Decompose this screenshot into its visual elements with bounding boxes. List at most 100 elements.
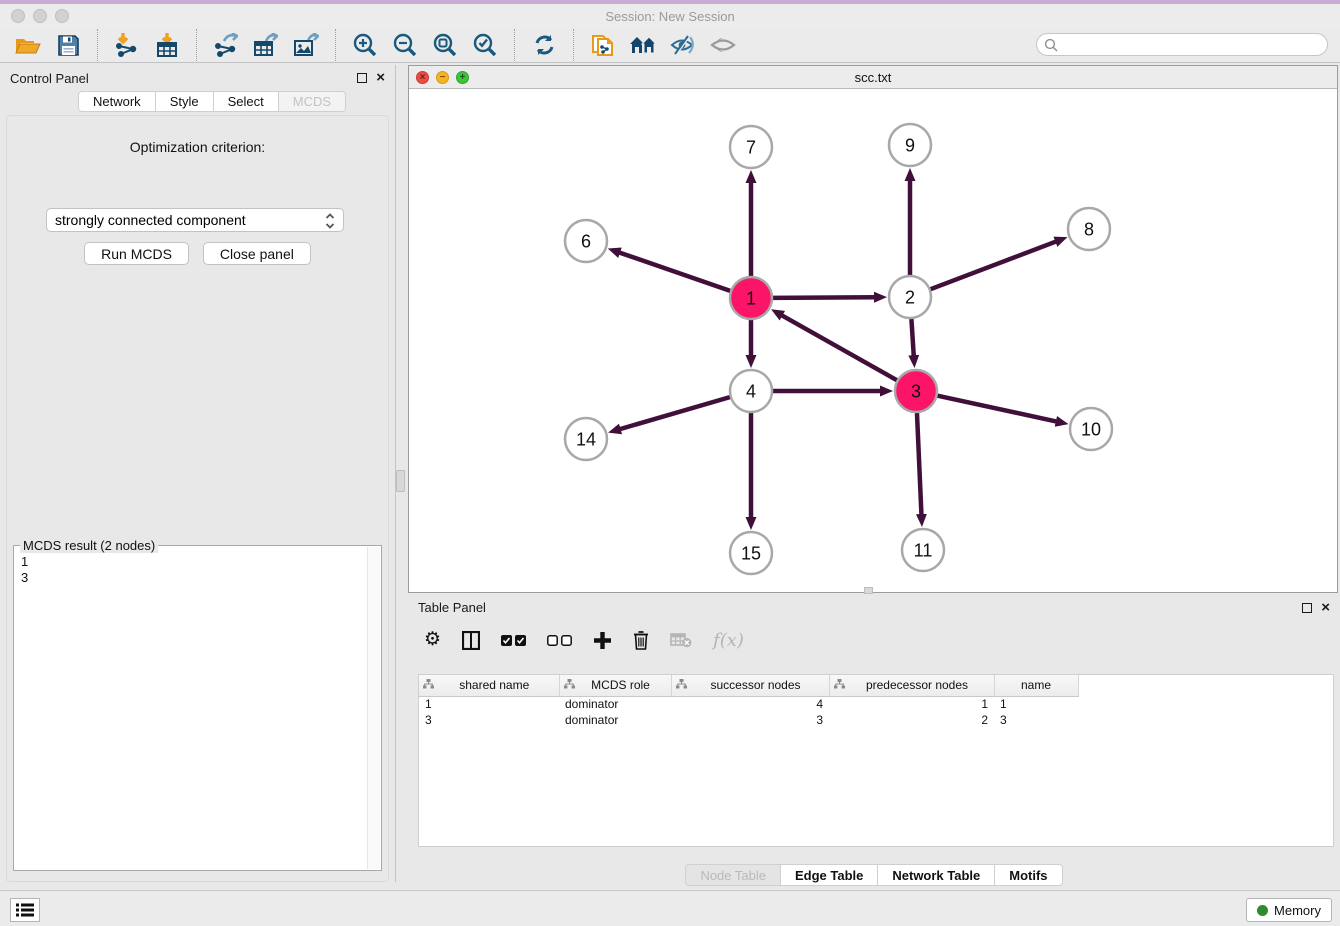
float-panel-icon[interactable] (357, 73, 367, 83)
svg-text:3: 3 (911, 381, 921, 401)
run-mcds-button[interactable]: Run MCDS (84, 242, 189, 265)
edge-3-1[interactable] (781, 315, 897, 381)
export-network-button[interactable] (209, 30, 243, 60)
graph-node-2[interactable]: 2 (889, 276, 931, 318)
column-header-MCDS-role[interactable]: MCDS role (559, 675, 671, 696)
eye-icon (710, 35, 736, 55)
table-row[interactable]: 1dominator411 (419, 696, 1078, 712)
refresh-icon (533, 34, 556, 56)
zoom-selected-icon (473, 33, 497, 57)
criterion-dropdown[interactable]: strongly connected component (46, 208, 344, 232)
table-cell[interactable]: 3 (671, 712, 829, 728)
edge-3-10[interactable] (937, 396, 1057, 422)
zoom-fit-button[interactable] (428, 30, 462, 60)
close-table-panel-icon[interactable]: × (1321, 603, 1330, 613)
edge-3-11[interactable] (917, 413, 922, 516)
svg-text:4: 4 (746, 381, 756, 401)
tab-node-table[interactable]: Node Table (685, 864, 781, 886)
table-row[interactable]: 3dominator323 (419, 712, 1078, 728)
clone-network-button[interactable] (586, 30, 620, 60)
global-search-field[interactable] (1036, 33, 1328, 56)
tree-sort-icon (676, 678, 687, 692)
export-table-button[interactable] (249, 30, 283, 60)
show-task-history-button[interactable] (10, 898, 40, 922)
tab-style[interactable]: Style (156, 91, 214, 112)
import-table-button[interactable] (150, 30, 184, 60)
graph-node-15[interactable]: 15 (730, 532, 772, 574)
graph-node-8[interactable]: 8 (1068, 208, 1110, 250)
table-cell[interactable]: 1 (419, 696, 559, 712)
open-folder-icon (15, 35, 41, 55)
mcds-result-item: 3 (21, 570, 381, 586)
graph-node-6[interactable]: 6 (565, 220, 607, 262)
search-icon (1044, 38, 1058, 52)
tree-sort-icon (423, 678, 434, 692)
tab-select[interactable]: Select (214, 91, 279, 112)
canvas-splitter-handle[interactable] (864, 587, 873, 594)
home-icon (629, 35, 657, 55)
mcds-result-title: MCDS result (2 nodes) (20, 538, 158, 553)
svg-text:1: 1 (746, 288, 756, 308)
memory-button[interactable]: Memory (1246, 898, 1332, 922)
show-graphics-details-button[interactable] (706, 30, 740, 60)
edge-1-2[interactable] (773, 297, 876, 298)
table-cell[interactable]: dominator (559, 696, 671, 712)
graph-node-10[interactable]: 10 (1070, 408, 1112, 450)
control-panel-title: Control Panel (10, 71, 357, 86)
export-image-button[interactable] (289, 30, 323, 60)
graph-node-7[interactable]: 7 (730, 126, 772, 168)
tab-edge-table[interactable]: Edge Table (781, 864, 878, 886)
home-button[interactable] (626, 30, 660, 60)
export-image-icon (294, 33, 319, 57)
table-cell[interactable]: 3 (419, 712, 559, 728)
zoom-in-button[interactable] (348, 30, 382, 60)
svg-text:6: 6 (581, 231, 591, 251)
graph-node-4[interactable]: 4 (730, 370, 772, 412)
zoom-selected-button[interactable] (468, 30, 502, 60)
tab-motifs[interactable]: Motifs (995, 864, 1062, 886)
gear-icon[interactable]: ⚙ (424, 631, 441, 649)
hide-graphics-details-button[interactable] (666, 30, 700, 60)
deselect-all-icon[interactable] (547, 635, 572, 646)
tab-mcds[interactable]: MCDS (279, 91, 346, 112)
table-cell[interactable]: 3 (994, 712, 1078, 728)
control-panel-tabs: NetworkStyleSelectMCDS (78, 91, 395, 112)
graph-node-14[interactable]: 14 (565, 418, 607, 460)
open-session-button[interactable] (11, 30, 45, 60)
delete-icon[interactable] (633, 631, 649, 650)
close-panel-icon[interactable]: × (376, 73, 385, 83)
column-view-icon[interactable] (462, 631, 480, 650)
close-panel-button[interactable]: Close panel (203, 242, 311, 265)
result-scrollbar[interactable] (367, 547, 380, 869)
column-header-name[interactable]: name (994, 675, 1078, 696)
column-header-successor-nodes[interactable]: successor nodes (671, 675, 829, 696)
zoom-out-button[interactable] (388, 30, 422, 60)
float-table-panel-icon[interactable] (1302, 603, 1312, 613)
graph-node-11[interactable]: 11 (902, 529, 944, 571)
table-cell[interactable]: 4 (671, 696, 829, 712)
edge-2-3[interactable] (911, 319, 913, 357)
import-network-button[interactable] (110, 30, 144, 60)
edge-2-8[interactable] (931, 241, 1058, 289)
select-all-icon[interactable] (501, 635, 526, 646)
add-icon[interactable] (593, 631, 612, 650)
edge-1-6[interactable] (618, 252, 730, 291)
table-cell[interactable]: dominator (559, 712, 671, 728)
panel-splitter-handle[interactable] (396, 470, 405, 492)
table-cell[interactable]: 1 (829, 696, 994, 712)
table-cell[interactable]: 2 (829, 712, 994, 728)
app-title: Session: New Session (0, 9, 1340, 24)
refresh-layout-button[interactable] (527, 30, 561, 60)
tab-network[interactable]: Network (78, 91, 156, 112)
graph-node-3[interactable]: 3 (895, 370, 937, 412)
table-cell[interactable]: 1 (994, 696, 1078, 712)
network-canvas[interactable]: 1 2 3 4 6 7 8 9 10 11 14 15 (409, 89, 1337, 592)
column-header-predecessor-nodes[interactable]: predecessor nodes (829, 675, 994, 696)
tab-network-table[interactable]: Network Table (878, 864, 995, 886)
graph-node-9[interactable]: 9 (889, 124, 931, 166)
node-table[interactable]: shared nameMCDS rolesuccessor nodesprede… (418, 674, 1334, 847)
save-session-button[interactable] (51, 30, 85, 60)
edge-4-14[interactable] (619, 397, 730, 429)
column-header-shared-name[interactable]: shared name (419, 675, 559, 696)
graph-node-1[interactable]: 1 (730, 277, 772, 319)
